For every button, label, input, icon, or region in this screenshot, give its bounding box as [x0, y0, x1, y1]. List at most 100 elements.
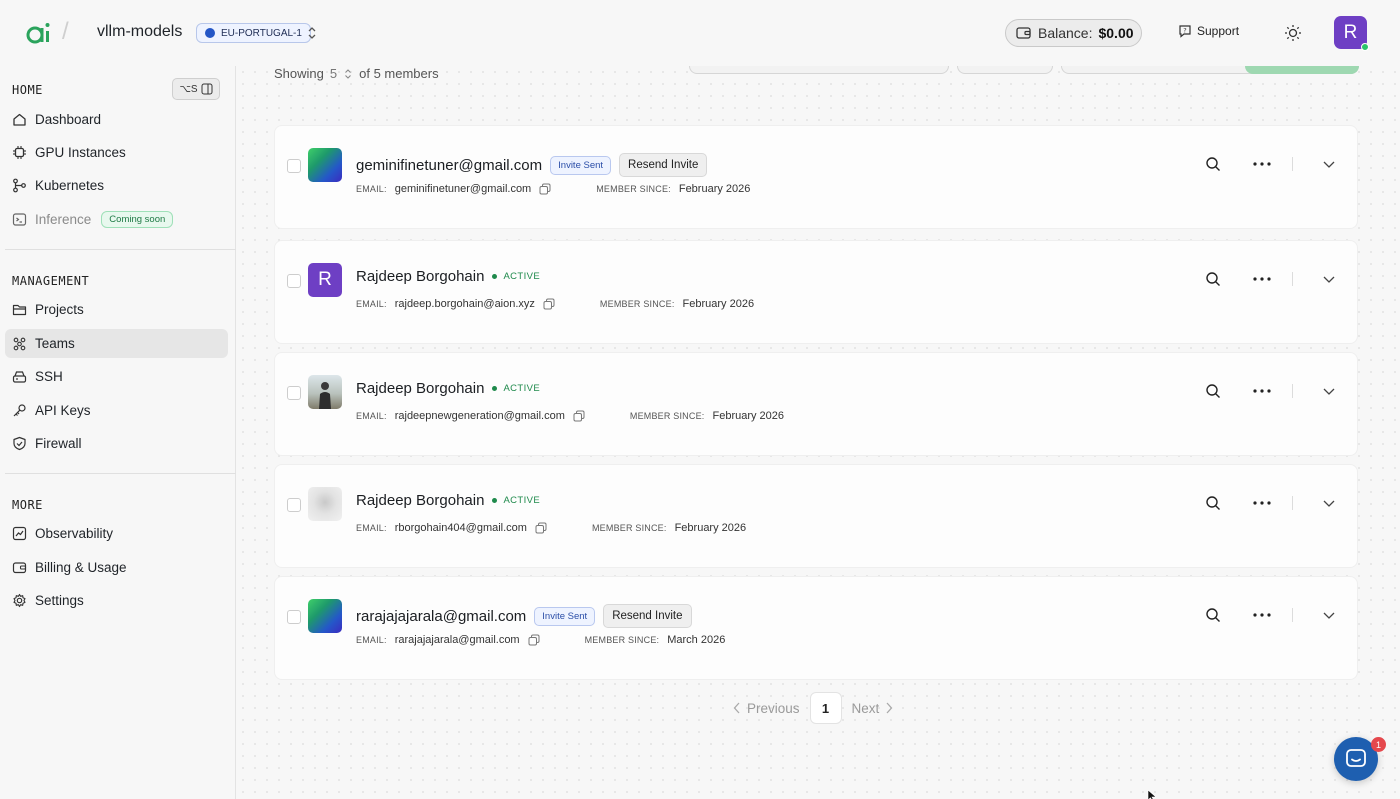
action-separator	[1292, 157, 1293, 171]
member-name-row: rarajajajarala@gmail.com Invite Sent Res…	[356, 604, 692, 628]
select-checkbox[interactable]	[287, 498, 301, 512]
status-badge: ACTIVE	[492, 495, 540, 506]
sidebar-item-ssh[interactable]: SSH	[5, 362, 228, 391]
select-checkbox[interactable]	[287, 386, 301, 400]
wallet-icon	[1016, 27, 1031, 39]
shield-icon	[13, 436, 26, 451]
member-name: rarajajajarala@gmail.com	[356, 607, 527, 625]
sidebar: HOME ⌥S Dashboard GPU Instances Kubernet…	[0, 66, 236, 799]
region-badge[interactable]: EU-PORTUGAL-1	[196, 23, 311, 43]
page-number-button[interactable]: 1	[809, 692, 842, 724]
member-avatar	[308, 487, 342, 521]
search-input[interactable]	[689, 66, 949, 74]
resend-invite-button[interactable]: Resend Invite	[619, 153, 708, 177]
project-name[interactable]: vllm-models	[97, 23, 182, 41]
chevron-down-icon[interactable]	[1322, 385, 1336, 397]
chevron-right-icon	[886, 702, 893, 714]
search-icon[interactable]	[1205, 607, 1221, 623]
action-separator	[1292, 384, 1293, 398]
sidebar-item-teams[interactable]: Teams	[5, 329, 228, 358]
status-badge: ACTIVE	[492, 271, 540, 282]
member-avatar: R	[308, 263, 342, 297]
resend-invite-button[interactable]: Resend Invite	[603, 604, 692, 628]
showing-summary: Showing 5 of 5 members	[274, 66, 439, 81]
action-separator	[1292, 608, 1293, 622]
sidebar-item-firewall[interactable]: Firewall	[5, 429, 228, 458]
copy-icon[interactable]	[535, 522, 547, 534]
sidebar-item-api-keys[interactable]: API Keys	[5, 396, 228, 425]
previous-page-button[interactable]: Previous	[733, 701, 800, 716]
select-checkbox[interactable]	[287, 159, 301, 173]
branch-icon	[13, 178, 26, 193]
member-since: February 2026	[678, 183, 751, 195]
member-name-row: Rajdeep Borgohain ACTIVE	[356, 492, 540, 509]
copy-icon[interactable]	[573, 410, 585, 422]
more-horizontal-icon[interactable]	[1252, 156, 1272, 172]
member-meta: EMAIL: rajdeep.borgohain@aion.xyz MEMBER…	[356, 298, 754, 310]
chevron-down-icon[interactable]	[1322, 158, 1336, 170]
member-since: February 2026	[674, 522, 747, 534]
sidebar-item-label: Billing & Usage	[35, 560, 127, 575]
chevron-down-icon[interactable]	[1322, 273, 1336, 285]
sidebar-item-settings[interactable]: Settings	[5, 586, 228, 615]
member-avatar	[308, 148, 342, 182]
search-icon[interactable]	[1205, 271, 1221, 287]
breadcrumb-separator: /	[62, 18, 69, 45]
chip-icon	[13, 146, 26, 159]
shortcut-label: ⌥S	[179, 83, 198, 95]
member-name: geminifinetuner@gmail.com	[356, 156, 543, 174]
chevron-down-icon[interactable]	[1322, 609, 1336, 621]
sidebar-item-label: Dashboard	[35, 112, 102, 127]
select-checkbox[interactable]	[287, 274, 301, 288]
sidebar-item-billing[interactable]: Billing & Usage	[5, 553, 228, 582]
member-avatar	[308, 375, 342, 409]
chevron-updown-icon[interactable]	[343, 68, 353, 80]
select-checkbox[interactable]	[287, 610, 301, 624]
more-horizontal-icon[interactable]	[1252, 383, 1272, 399]
balance-pill[interactable]: Balance: $0.00	[1005, 19, 1142, 47]
page-size-select[interactable]: 5	[330, 66, 337, 81]
status-label: ACTIVE	[503, 271, 541, 282]
sidebar-item-kubernetes[interactable]: Kubernetes	[5, 171, 228, 200]
status-dot-icon	[492, 274, 498, 279]
sidebar-item-observability[interactable]: Observability	[5, 519, 228, 548]
search-icon[interactable]	[1205, 383, 1221, 399]
more-horizontal-icon[interactable]	[1252, 495, 1272, 511]
invite-sent-badge: Invite Sent	[534, 606, 596, 626]
balance-label: Balance:	[1038, 25, 1093, 41]
showing-suffix: of 5 members	[359, 66, 439, 81]
more-horizontal-icon[interactable]	[1252, 607, 1272, 623]
folder-icon	[12, 304, 27, 316]
sun-icon[interactable]	[1284, 24, 1302, 42]
member-name: Rajdeep Borgohain	[356, 268, 485, 285]
member-meta: EMAIL: rajdeepnewgeneration@gmail.com ME…	[356, 410, 784, 422]
help-bubble-icon: ?	[1179, 25, 1191, 38]
balance-value: $0.00	[1098, 25, 1134, 41]
chevron-updown-icon[interactable]	[306, 25, 318, 41]
more-horizontal-icon[interactable]	[1252, 271, 1272, 287]
search-icon[interactable]	[1205, 495, 1221, 511]
sidebar-item-dashboard[interactable]: Dashboard	[5, 105, 228, 134]
logo-icon[interactable]	[26, 18, 52, 46]
support-button[interactable]: ? Support	[1178, 24, 1239, 38]
copy-icon[interactable]	[528, 634, 540, 646]
region-dot-icon	[205, 28, 215, 38]
online-status-dot	[1361, 43, 1369, 51]
invite-member-button[interactable]	[1245, 66, 1359, 74]
collapse-sidebar-shortcut[interactable]: ⌥S	[172, 78, 220, 100]
invite-sent-badge: Invite Sent	[550, 155, 612, 175]
filter-dropdown[interactable]	[957, 66, 1053, 74]
sidebar-item-label: API Keys	[35, 403, 91, 418]
sidebar-item-inference[interactable]: Inference Coming soon	[5, 205, 228, 234]
member-email: rajdeep.borgohain@aion.xyz	[394, 298, 535, 310]
copy-icon[interactable]	[539, 183, 551, 195]
sidebar-divider	[5, 249, 236, 250]
sidebar-item-label: Kubernetes	[35, 178, 105, 193]
search-icon[interactable]	[1205, 156, 1221, 172]
member-name: Rajdeep Borgohain	[356, 492, 485, 509]
next-page-button[interactable]: Next	[852, 701, 894, 716]
sidebar-item-gpu-instances[interactable]: GPU Instances	[5, 138, 228, 167]
chevron-down-icon[interactable]	[1322, 497, 1336, 509]
copy-icon[interactable]	[543, 298, 555, 310]
sidebar-item-projects[interactable]: Projects	[5, 295, 228, 324]
